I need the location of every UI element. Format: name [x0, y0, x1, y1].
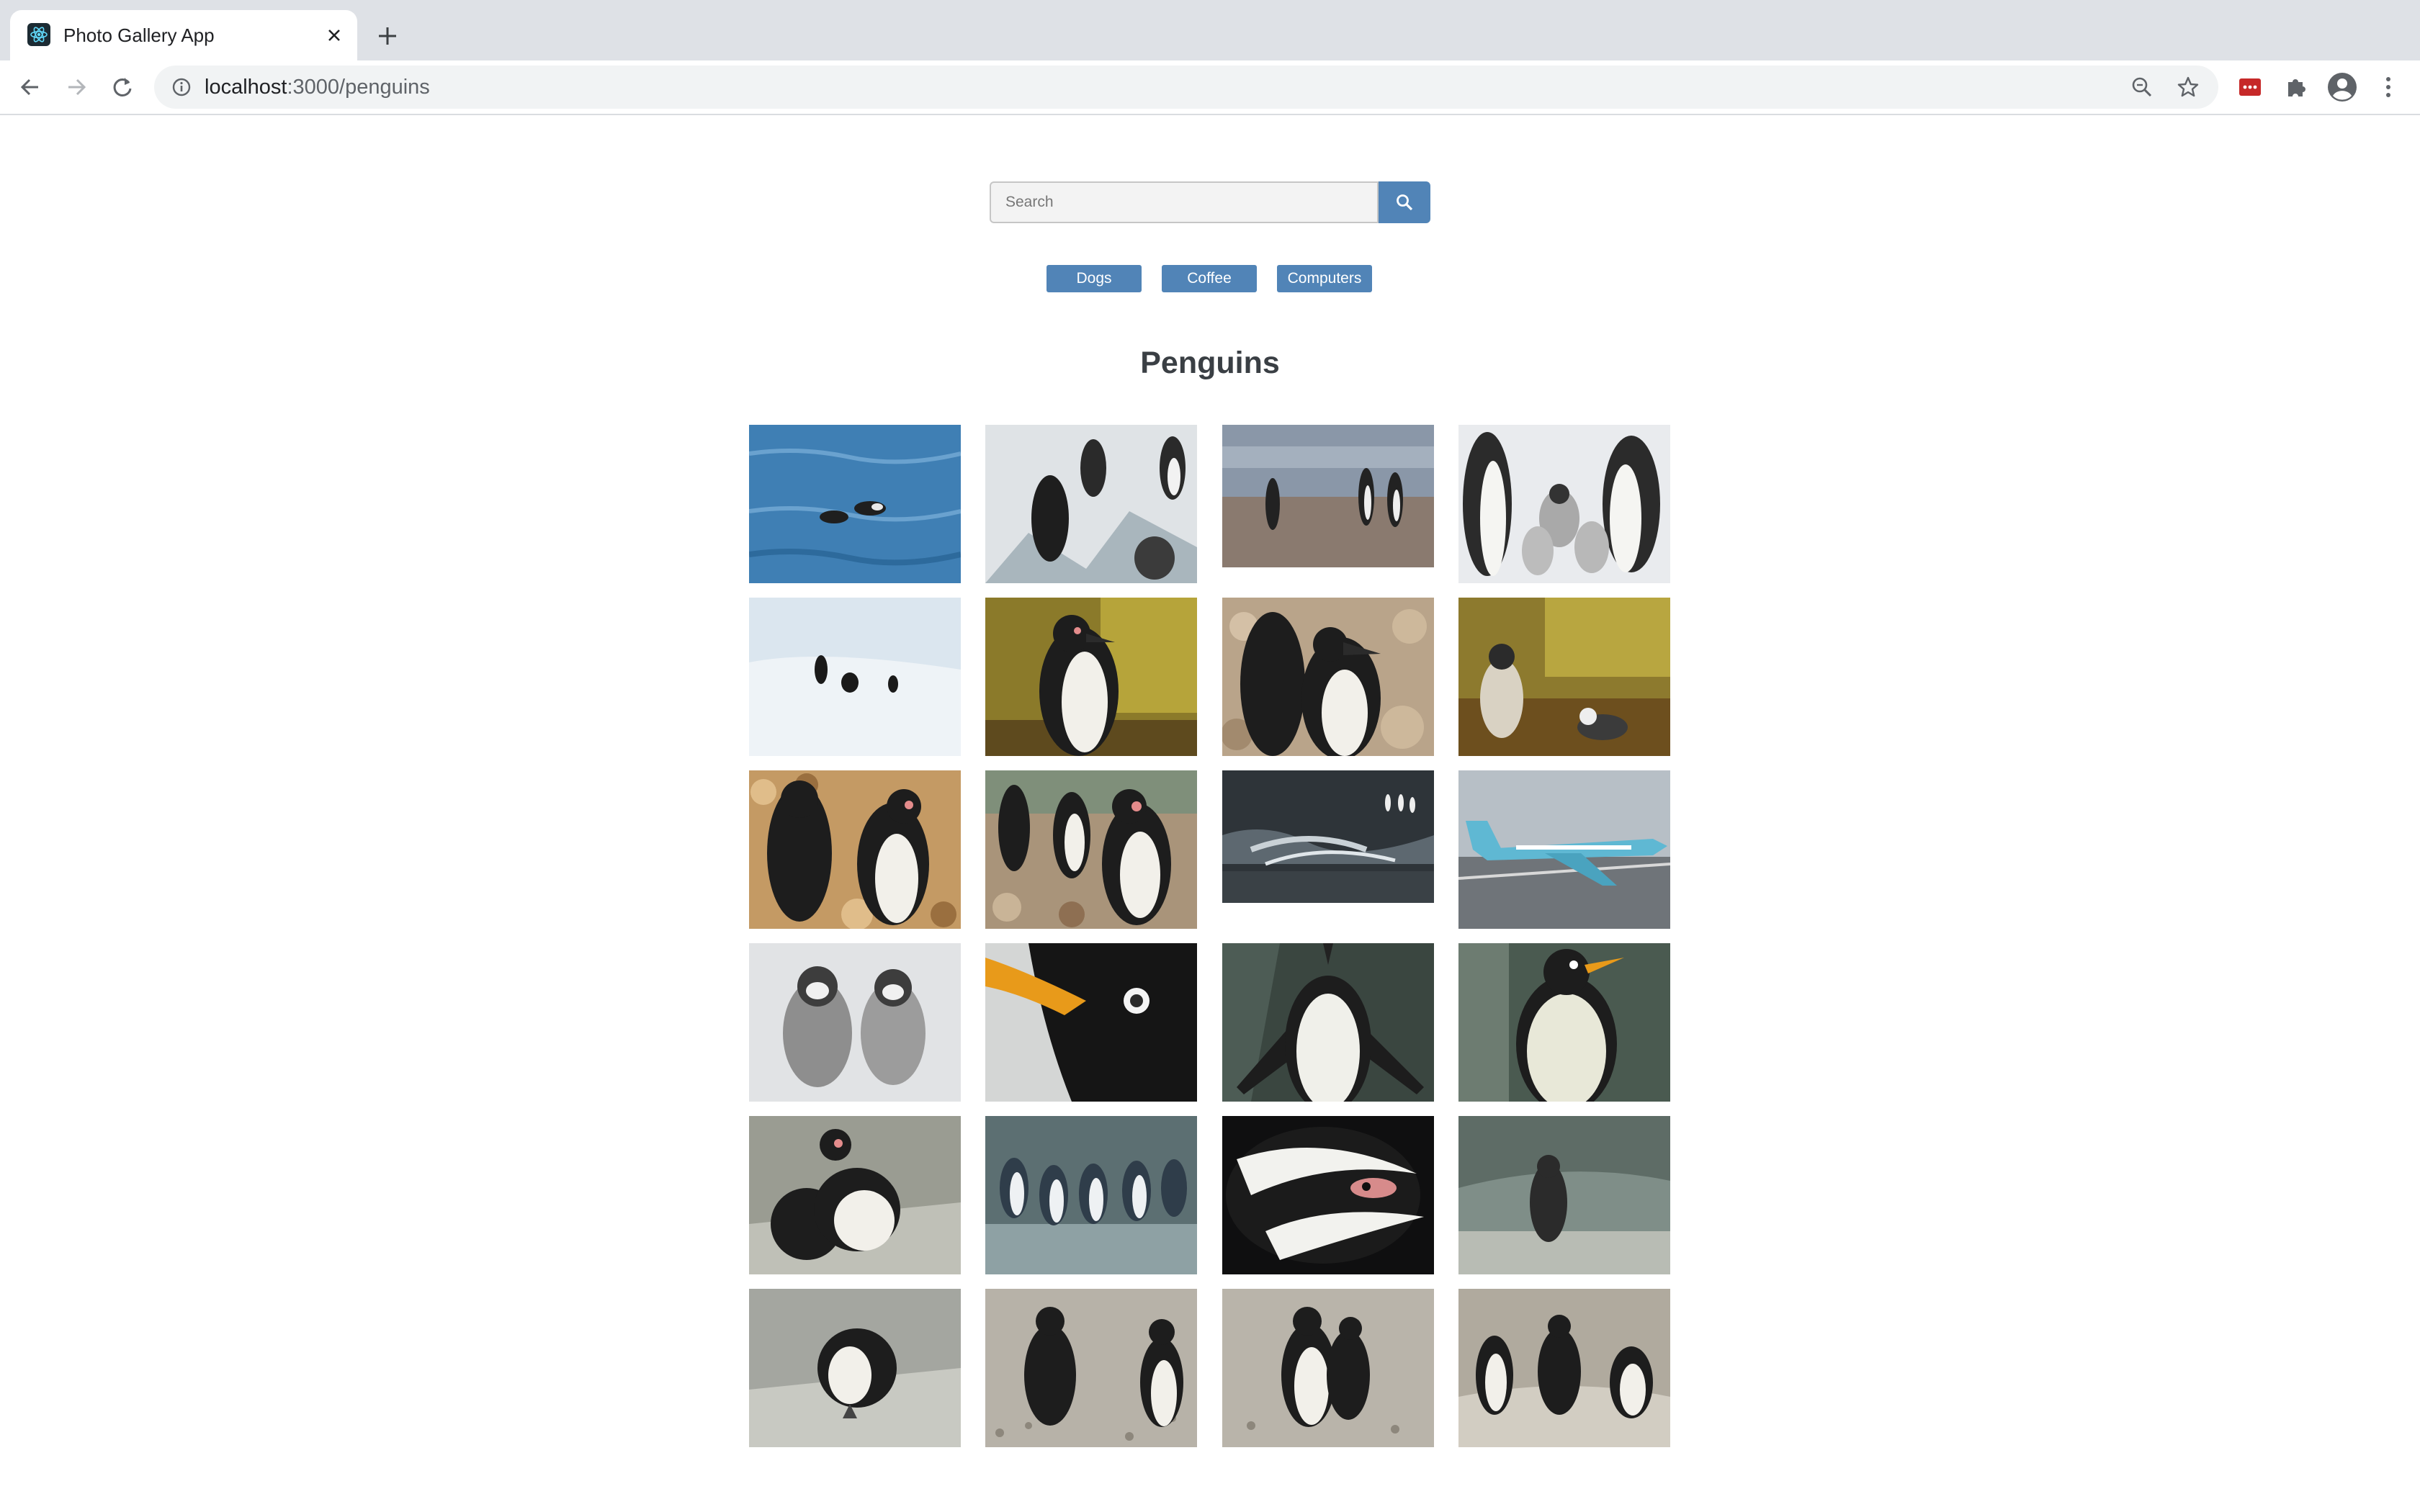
search-form	[990, 181, 1430, 223]
category-button-dogs[interactable]: Dogs	[1047, 265, 1142, 292]
address-bar[interactable]: localhost:3000/penguins	[154, 66, 2218, 109]
search-icon	[1397, 194, 1413, 211]
gallery-photo[interactable]	[749, 1116, 961, 1274]
gallery-photo[interactable]	[1222, 943, 1434, 1102]
browser-tabstrip: Photo Gallery App	[0, 0, 2420, 60]
gallery-photo[interactable]	[985, 1116, 1197, 1274]
gallery-photo[interactable]	[985, 425, 1197, 583]
back-arrow-icon[interactable]	[14, 71, 46, 103]
reload-icon[interactable]	[107, 71, 138, 103]
gallery-photo[interactable]	[1458, 770, 1670, 929]
gallery-photo[interactable]	[749, 598, 961, 756]
gallery-photo[interactable]	[1222, 598, 1434, 756]
gallery-photo[interactable]	[985, 1289, 1197, 1447]
tab-title: Photo Gallery App	[63, 24, 215, 46]
extensions-puzzle-icon[interactable]	[2280, 71, 2312, 103]
gallery-photo[interactable]	[1458, 1116, 1670, 1274]
gallery-photo[interactable]	[749, 943, 961, 1102]
browser-tab[interactable]: Photo Gallery App	[10, 10, 357, 60]
url-path: :3000/penguins	[287, 76, 430, 99]
extension-password-icon[interactable]	[2234, 71, 2266, 103]
gallery-photo[interactable]	[749, 1289, 961, 1447]
gallery-photo[interactable]	[1222, 1289, 1434, 1447]
url-text[interactable]: localhost:3000/penguins	[205, 76, 430, 99]
search-input[interactable]	[990, 181, 1379, 223]
gallery-photo[interactable]	[985, 598, 1197, 756]
gallery-photo[interactable]	[1458, 943, 1670, 1102]
forward-arrow-icon[interactable]	[60, 71, 92, 103]
new-tab-icon[interactable]	[373, 22, 402, 50]
profile-avatar-icon[interactable]	[2326, 71, 2358, 103]
browser-toolbar: localhost:3000/penguins	[0, 60, 2420, 115]
gallery-photo[interactable]	[749, 425, 961, 583]
gallery-photo[interactable]	[1458, 1289, 1670, 1447]
category-button-computers[interactable]: Computers	[1277, 265, 1372, 292]
bookmark-star-icon[interactable]	[2174, 73, 2202, 102]
url-host: localhost	[205, 76, 287, 99]
page-title: Penguins	[1140, 346, 1280, 380]
more-menu-icon[interactable]	[2372, 71, 2404, 103]
gallery-photo[interactable]	[985, 770, 1197, 929]
gallery-photo[interactable]	[1222, 770, 1434, 903]
gallery-photo[interactable]	[985, 943, 1197, 1102]
react-favicon-icon	[27, 23, 50, 46]
search-button[interactable]	[1379, 181, 1430, 223]
gallery-photo[interactable]	[749, 770, 961, 929]
close-tab-icon[interactable]	[321, 22, 347, 48]
gallery-photo[interactable]	[1222, 1116, 1434, 1274]
gallery-photo[interactable]	[1458, 425, 1670, 583]
gallery-photo[interactable]	[1222, 425, 1434, 567]
info-icon[interactable]	[170, 76, 193, 99]
gallery-photo[interactable]	[1458, 598, 1670, 756]
category-button-coffee[interactable]: Coffee	[1162, 265, 1257, 292]
zoom-icon[interactable]	[2128, 73, 2156, 102]
